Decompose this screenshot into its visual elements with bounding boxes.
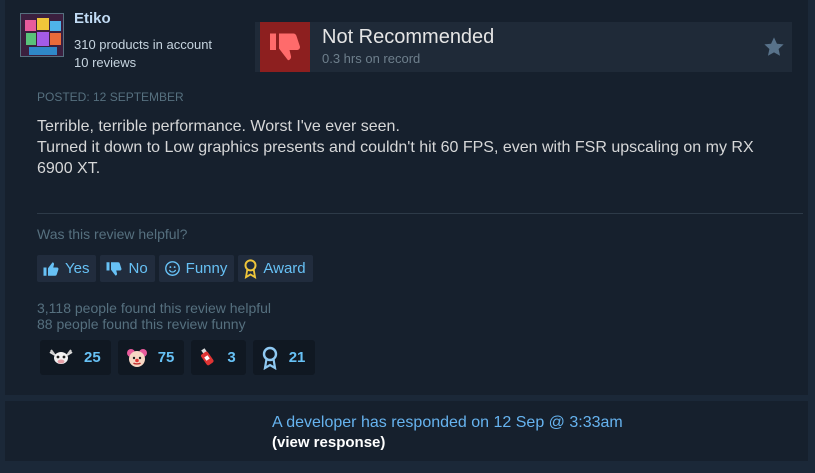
yes-label: Yes [65, 260, 90, 277]
award-icon [243, 258, 258, 279]
view-response-link[interactable]: (view response) [272, 434, 385, 451]
cow-icon [48, 348, 74, 368]
helpful-count: 3,118 people found this review helpful [37, 300, 272, 316]
award-chip-cow[interactable]: 25 [40, 340, 111, 375]
verdict-title: Not Recommended [322, 26, 495, 48]
awards-row: 25 75 3 21 [40, 340, 316, 375]
review-line: Terrible, terrible performance. Worst I'… [37, 118, 400, 135]
no-button[interactable]: No [100, 255, 155, 282]
award-count: 75 [157, 349, 175, 366]
review-card: Etiko 310 products in account 10 reviews… [5, 0, 808, 395]
award-chip-ribbon[interactable]: 21 [252, 340, 316, 375]
hot-sauce-icon [199, 347, 217, 368]
award-count: 21 [288, 349, 306, 366]
author-name[interactable]: Etiko [74, 10, 111, 27]
thumbs-down-icon [105, 260, 123, 278]
smiley-icon [164, 260, 181, 277]
author-reviews-count[interactable]: 10 reviews [74, 55, 136, 70]
thumbs-down-icon [260, 22, 310, 72]
avatar[interactable] [20, 13, 64, 57]
divider [37, 213, 803, 214]
no-label: No [128, 260, 148, 277]
developer-response-link[interactable]: A developer has responded on 12 Sep @ 3:… [272, 414, 623, 432]
developer-response-bar: A developer has responded on 12 Sep @ 3:… [5, 401, 808, 461]
award-chip-hot-sauce[interactable]: 3 [191, 340, 246, 375]
clown-face-icon [126, 347, 148, 369]
funny-button[interactable]: Funny [158, 255, 235, 282]
hours-on-record: 0.3 hrs on record [322, 51, 421, 66]
award-count: 25 [84, 349, 101, 366]
verdict-box: Not Recommended 0.3 hrs on record [255, 22, 792, 72]
award-button[interactable]: Award [238, 255, 313, 282]
funny-count: 88 people found this review funny [37, 316, 246, 332]
review-body: Terrible, terrible performance. Worst I'… [37, 116, 787, 179]
award-label: Award [263, 260, 306, 277]
yes-button[interactable]: Yes [37, 255, 97, 282]
helpful-question: Was this review helpful? [37, 226, 188, 242]
star-icon[interactable] [763, 36, 785, 58]
thumbs-up-icon [42, 260, 60, 278]
posted-date: POSTED: 12 SEPTEMBER [37, 90, 184, 104]
author-products-count[interactable]: 310 products in account [74, 37, 212, 52]
review-stats: 3,118 people found this review helpful 8… [37, 300, 271, 332]
review-line: Turned it down to Low graphics presents … [37, 139, 754, 177]
ribbon-icon [261, 346, 279, 370]
funny-label: Funny [185, 260, 228, 277]
vote-buttons: Yes No Funny Award [37, 255, 313, 282]
award-chip-clown[interactable]: 75 [117, 340, 185, 375]
award-count: 3 [227, 349, 236, 366]
